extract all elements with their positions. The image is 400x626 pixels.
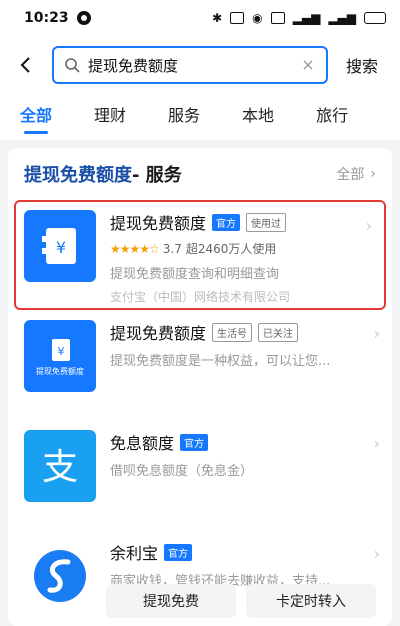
svg-text:¥: ¥ (58, 345, 65, 358)
chevron-right-icon: › (373, 434, 380, 453)
status-bar: 10:23 ✱ ◉ ▂▄▆ ▂▄▆ (0, 0, 400, 36)
battery-icon (364, 12, 386, 24)
result-name: 免息额度 (110, 434, 175, 453)
tab-services[interactable]: 服务 (168, 102, 200, 132)
chevron-left-icon (20, 57, 30, 73)
tab-finance[interactable]: 理财 (94, 102, 126, 132)
yulibao-icon (34, 550, 86, 602)
withdraw-free-button[interactable]: 提现免费 (106, 584, 236, 618)
rating-value: 3.7 (162, 241, 182, 256)
tab-local[interactable]: 本地 (242, 102, 274, 132)
scheduled-transfer-button[interactable]: 卡定时转入 (246, 584, 376, 618)
yuan-card-icon: ¥ (52, 338, 70, 361)
result-info: 免息额度 官方 借呗免息额度（免息金） (110, 430, 378, 530)
section-suffix: - 服务 (132, 165, 182, 186)
search-button[interactable]: 搜索 (346, 53, 378, 77)
alipay-icon: 支 (42, 447, 78, 488)
result-company: 支付宝（中国）网络技术有限公司 (110, 290, 291, 304)
search-value: 提现免费额度 (88, 56, 179, 75)
svg-text:¥: ¥ (56, 238, 66, 257)
svg-text:支: 支 (42, 447, 78, 488)
hd-icon (270, 12, 285, 24)
rating-row: ★★★★☆ 3.7 超2460万人使用 (110, 240, 376, 257)
rating-stars: ★★★★☆ (110, 241, 160, 256)
chevron-right-icon: › (370, 166, 376, 182)
result-desc: 提现免费额度查询和明细查询 (110, 267, 280, 282)
bluetooth-icon: ✱ (212, 11, 223, 25)
used-badge: 使用过 (246, 212, 287, 232)
chevron-right-icon: › (365, 216, 372, 235)
clear-icon[interactable]: × (300, 57, 316, 73)
result-name: 余利宝 (110, 544, 159, 563)
search-header: 提现免费额度 × 搜索 (0, 36, 400, 94)
view-all-label: 全部 (336, 167, 365, 183)
yulibao-logo (24, 540, 96, 612)
section-query: 提现免费额度 (24, 165, 132, 186)
search-input[interactable]: 提现免费额度 × (52, 46, 328, 84)
section-title: 提现免费额度 - 服务 全部 › (8, 148, 392, 200)
result-desc: 借呗免息额度（免息金） (110, 464, 254, 479)
search-icon (65, 58, 80, 73)
signal-icon-2: ▂▄▆ (328, 11, 356, 25)
official-badge: 官方 (180, 433, 209, 451)
result-item-life-account[interactable]: ¥ 提现免费额度 提现免费额度 生活号 已关注 提现免费额度是一种权益，可以让您… (8, 310, 392, 420)
result-name-row: 余利宝 官方 (110, 540, 378, 564)
result-info: 提现免费额度 官方 使用过 ★★★★☆ 3.7 超2460万人使用 提现免费额度… (110, 210, 376, 308)
life-account-badge: 生活号 (212, 322, 253, 342)
official-badge: 官方 (164, 543, 193, 561)
alarm-icon: ◉ (252, 11, 263, 25)
category-tabs: 全部 理财 服务 本地 旅行 (0, 94, 400, 140)
yulibao-actions: 提现免费 卡定时转入 (106, 584, 376, 618)
status-icons: ✱ ◉ ▂▄▆ ▂▄▆ (212, 11, 386, 25)
result-item-withdraw-quota[interactable]: ¥ 提现免费额度 官方 使用过 ★★★★☆ 3.7 超2460万人使用 提现免费… (14, 200, 386, 310)
user-count: 超2460万人使用 (185, 242, 277, 256)
result-name-row: 提现免费额度 生活号 已关注 (110, 320, 378, 344)
life-account-logo: ¥ 提现免费额度 (24, 320, 96, 392)
alipay-logo: 支 (24, 430, 96, 502)
logo-caption: 提现免费额度 (36, 366, 84, 376)
result-name: 提现免费额度 (110, 214, 207, 233)
results-card: 提现免费额度 - 服务 全部 › ¥ 提现免费额度 官方 使用过 ★★★★☆ 3… (8, 148, 392, 626)
result-info: 提现免费额度 生活号 已关注 提现免费额度是一种权益，可以让您... (110, 320, 378, 420)
back-button[interactable] (4, 43, 48, 87)
chevron-right-icon: › (373, 324, 380, 343)
result-name: 提现免费额度 (110, 324, 207, 343)
status-time: 10:23 (24, 10, 69, 26)
result-desc: 提现免费额度是一种权益，可以让您... (110, 354, 331, 369)
signal-icon: ▂▄▆ (292, 11, 321, 25)
withdraw-quota-logo: ¥ (24, 210, 96, 282)
followed-badge: 已关注 (258, 322, 299, 342)
tab-travel[interactable]: 旅行 (316, 102, 348, 132)
view-all-button[interactable]: 全部 › (336, 164, 376, 184)
notification-icon (76, 11, 91, 25)
result-name-row: 提现免费额度 官方 使用过 (110, 210, 376, 234)
official-badge: 官方 (212, 213, 241, 231)
result-name-row: 免息额度 官方 (110, 430, 378, 454)
vibrate-icon (230, 12, 245, 24)
result-item-interest-free[interactable]: 支 免息额度 官方 借呗免息额度（免息金） › (8, 420, 392, 530)
chevron-right-icon: › (373, 544, 380, 563)
yuan-card-icon: ¥ (42, 228, 76, 264)
tab-all[interactable]: 全部 (20, 102, 52, 132)
